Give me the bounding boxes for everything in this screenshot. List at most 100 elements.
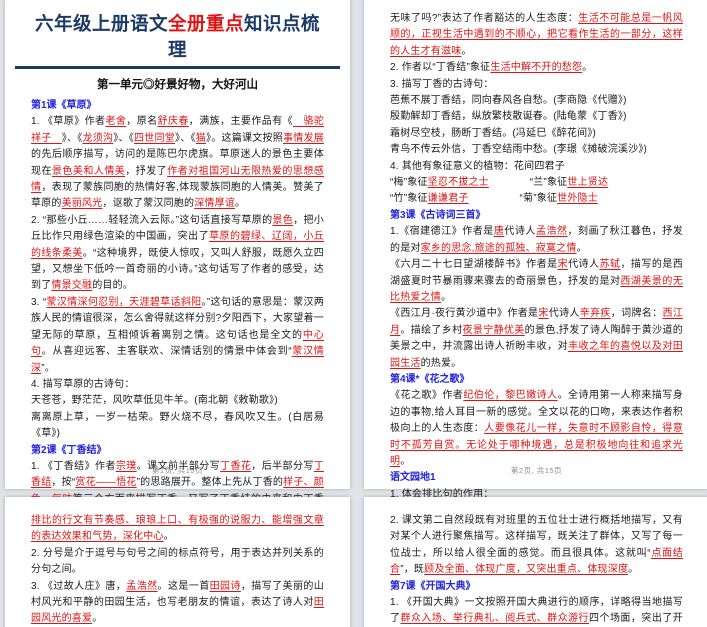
block-unit: 第一单元◎好景好物，大好河山 bbox=[31, 75, 324, 96]
block-para: 2. 分号是介于逗号与句号之间的标点符号，用于表达并列关系的分句之间。 bbox=[31, 546, 324, 579]
text-segment: 老舍 bbox=[105, 116, 127, 128]
text-segment: 离离原上草，一岁一枯荣。野火烧不尽，春风吹又生。(白居易《草》) bbox=[31, 411, 324, 440]
block-para: 1. 《草原》作者老舍，原名舒庆春，满族，主要作品有《 骆驼祥子 》、《龙须沟》… bbox=[31, 114, 324, 212]
text-segment: 第4课*《花之歌》 bbox=[390, 373, 470, 385]
text-segment: 宋 bbox=[538, 308, 549, 320]
text-segment: ，满族，主要作品有《 bbox=[188, 116, 293, 128]
text-segment: 2. “那些小丘……轻轻流入云际。”这句话直接写草原的 bbox=[31, 214, 273, 226]
text-segment: 。 bbox=[628, 564, 639, 576]
block-para: 殷勤解却丁香结，纵放繁枝散诞春。(陆龟蒙《丁香》) bbox=[390, 109, 683, 125]
text-segment: 田园诗 bbox=[209, 580, 241, 592]
block-para: 1. 《开国大典》一文按照开国大典进行的顺序，详略得当地描写了群众入场、举行典礼… bbox=[390, 595, 683, 627]
text-segment: 殷勤解却丁香结，纵放繁枝散诞春。(陆龟蒙《丁香》) bbox=[390, 111, 627, 123]
text-segment: ，抒发了 bbox=[125, 165, 168, 177]
text-segment: 景色 bbox=[272, 214, 294, 226]
text-segment: “竹”象征 bbox=[390, 193, 428, 205]
text-segment: 生活中解不开的愁怨 bbox=[490, 62, 583, 74]
text-segment: 坚忍不拔之士 bbox=[427, 177, 489, 189]
text-segment: 芭蕉不展丁香结，同向春风各自愁。(李商隐《代赠》) bbox=[390, 95, 627, 107]
text-segment: 。 bbox=[582, 62, 593, 74]
block-para: “竹”象征谦谦君子 “菊”象征世外隐士 bbox=[390, 191, 683, 207]
text-segment: 《六月二十七日望湖楼醉书》作者是 bbox=[390, 259, 558, 271]
block-para: 2. 课文第二自然段既有对班里的五位壮士进行概括地描写，又有对某个人进行聚焦描写… bbox=[390, 513, 683, 579]
text-segment: 赏花——悟花 bbox=[75, 477, 137, 489]
text-segment: 。这是一首 bbox=[157, 580, 210, 592]
text-segment: 。 bbox=[163, 531, 174, 543]
text-segment: 。描绘了乡村 bbox=[400, 324, 463, 336]
text-segment: 的目的。 bbox=[92, 280, 134, 292]
block-course: 第7课《开国大典》 bbox=[390, 579, 683, 595]
text-segment: 情景交融 bbox=[51, 280, 93, 292]
text-segment: 天苍苍，野茫茫，风吹草低见牛羊。(南北朝《敕勒歌》) bbox=[31, 395, 278, 407]
block-title: 六年级上册语文全册重点知识点梳理 bbox=[31, 11, 324, 63]
text-segment: 夜景宁静优美 bbox=[462, 324, 525, 336]
block-para: 排比的行文有节奏感、琅琅上口、有极强的说服力、能增强文章的表达效果和气势，深化中… bbox=[31, 513, 324, 546]
text-segment: “梅”象征 bbox=[390, 177, 428, 189]
text-segment: 景色美和人情美 bbox=[51, 165, 126, 177]
text-segment: 。 bbox=[235, 198, 246, 210]
text-segment: ，原名 bbox=[126, 116, 158, 128]
text-segment: 孟浩然 bbox=[126, 580, 158, 592]
text-segment: 第3课《古诗词三首》 bbox=[390, 209, 486, 221]
block-para: 《六月二十七日望湖楼醉书》作者是宋代诗人苏轼，描写的是西湖盛夏时节暴雨骤来骤去的… bbox=[390, 257, 683, 306]
text-segment: 世外隐士 bbox=[557, 193, 598, 205]
block-para: 天苍苍，野茫茫，风吹草低见牛羊。(南北朝《敕勒歌》) bbox=[31, 393, 324, 409]
page-1-footer: 第1页, 共15页 bbox=[151, 466, 204, 475]
text-segment: 代诗人 bbox=[568, 259, 600, 271]
text-segment: 四世同堂 bbox=[134, 132, 175, 144]
text-segment: 的热爱。 bbox=[420, 357, 462, 369]
page-4-content: 2. 课文第二自然段既有对班里的五位壮士进行概括地描写，又有对某个人进行聚焦描写… bbox=[364, 497, 707, 627]
text-segment: 3. “ bbox=[31, 296, 47, 308]
block-para: 芭蕉不展丁香结，同向春风各自愁。(李商隐《代赠》) bbox=[390, 93, 683, 109]
text-segment: 青鸟不传云外信，丁香空结雨中愁。(李璟《摊破浣溪沙》) bbox=[390, 144, 648, 156]
text-segment: ，词牌名： bbox=[610, 308, 663, 320]
text-segment: 事情发展 bbox=[283, 132, 324, 144]
text-segment: 3. 《过故人庄》唐， bbox=[31, 580, 127, 592]
block-course: 第3课《古诗词三首》 bbox=[390, 208, 683, 224]
text-segment: 》、《 bbox=[175, 132, 196, 144]
page-2: 无味了吗?”表达了作者豁达的人生态度：生活不可能总是一帆风顺的，正视生活中遇到的… bbox=[364, 0, 707, 500]
text-segment: 舒庆春 bbox=[157, 116, 189, 128]
text-segment bbox=[489, 177, 530, 188]
text-segment: ”。 bbox=[41, 362, 55, 374]
text-segment: 4. 其他有象征意义的植物：花间四君子 bbox=[390, 160, 565, 172]
text-segment bbox=[468, 193, 519, 204]
text-segment: 2. 分号是介于逗号与句号之间的标点符号，用于表达并列关系的分句之间。 bbox=[31, 547, 324, 576]
text-segment: 六年级上册语文 bbox=[34, 13, 168, 34]
text-segment: 深情厚谊 bbox=[194, 198, 236, 210]
page-4: 2. 课文第二自然段既有对班里的五位壮士进行概括地描写，又有对某个人进行聚焦描写… bbox=[364, 497, 707, 627]
text-segment: 第2课《丁香结》 bbox=[31, 444, 107, 456]
text-segment: 家乡的思念,旅途的孤独、寂寞之情 bbox=[420, 242, 577, 254]
text-segment: 》、《 bbox=[61, 132, 83, 144]
text-segment: 1.《宿建德江》作者是 bbox=[390, 226, 494, 238]
text-segment: 。 bbox=[92, 613, 103, 625]
block-para: 离离原上草，一岁一枯荣。野火烧不尽，春风吹又生。(白居易《草》) bbox=[31, 410, 324, 443]
page-1-content: 六年级上册语文全册重点知识点梳理 第一单元◎好景好物，大好河山 第1课《草原》 1. … bbox=[5, 0, 350, 541]
text-segment: 。从喜迎远客、主客联欢、深情话别的情景中体会到“ bbox=[41, 346, 292, 358]
text-segment: ”的思路展开。整体上先从丁香的 bbox=[136, 477, 284, 489]
text-segment: 群众入场、举行典礼、阅兵式、群众游行 bbox=[400, 613, 590, 625]
text-segment: 美丽风光 bbox=[61, 198, 103, 210]
block-para: 无味了吗?”表达了作者豁达的人生态度：生活不可能总是一帆风顺的，正视生活中遇到的… bbox=[390, 11, 683, 60]
text-segment: ”，既 bbox=[400, 564, 425, 576]
text-segment: 辛弃疾 bbox=[579, 308, 611, 320]
text-segment: 顾及全面、体现广度，又突出重点、体现深度 bbox=[424, 564, 629, 576]
text-segment: 霜树尽空枝，肠断丁香结。(冯延巳《醉花间》) bbox=[390, 127, 597, 139]
text-segment: ，讴歌了蒙汉同胞的 bbox=[102, 198, 195, 210]
text-segment: 纪伯伦，黎巴嫩诗人 bbox=[463, 390, 558, 402]
text-segment: 代诗人 bbox=[548, 308, 580, 320]
text-segment: 3. 描写丁香的古诗句： bbox=[390, 78, 494, 90]
text-segment: 第7课《开国大典》 bbox=[390, 580, 476, 592]
block-course: 第4课*《花之歌》 bbox=[390, 372, 683, 388]
text-segment: 4. 描写草原的古诗句： bbox=[31, 378, 135, 390]
page-1: 六年级上册语文全册重点知识点梳理 第一单元◎好景好物，大好河山 第1课《草原》 1. … bbox=[5, 0, 350, 538]
block-para: 1.《宿建德江》作者是唐代诗人孟浩然，刻画了秋江暮色，抒发的是对家乡的思念,旅途… bbox=[390, 224, 683, 257]
text-segment: 《花之歌》作者 bbox=[390, 390, 464, 402]
text-segment: 。 bbox=[461, 45, 472, 57]
text-segment: 《西江月·夜行黄沙道中》作者是 bbox=[390, 308, 539, 320]
block-para: 3. “蒙汉情深何忍别，天涯碧草话斜阳。”这句话的意思是：蒙汉两族人民的情谊很深… bbox=[31, 295, 324, 377]
text-segment: “菊”象征 bbox=[519, 193, 558, 205]
document-viewport: 六年级上册语文全册重点知识点梳理 第一单元◎好景好物，大好河山 第1课《草原》 1. … bbox=[0, 0, 707, 627]
text-segment: 蒙汉情深何忍别，天涯碧草话斜阳 bbox=[46, 296, 202, 308]
page-3-content: 排比的行文有节奏感、琅琅上口、有极强的说服力、能增强文章的表达效果和气势，深化中… bbox=[5, 497, 350, 627]
